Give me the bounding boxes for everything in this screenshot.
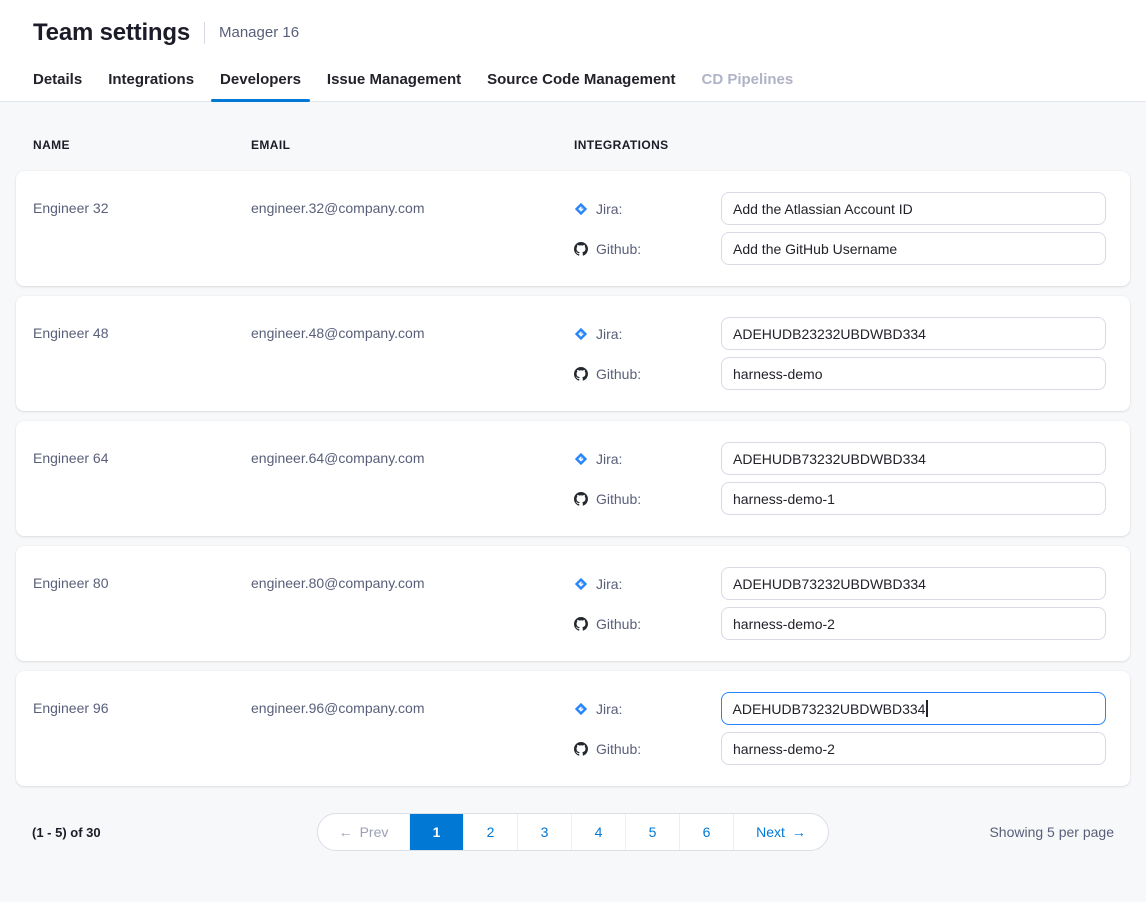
page-header: Team settings Manager 16 — [0, 0, 1146, 47]
github-label-text: Github: — [596, 241, 641, 257]
table-row: Engineer 32 engineer.32@company.com Jira… — [16, 171, 1130, 286]
jira-input[interactable]: ADEHUDB73232UBDWBD334 — [721, 692, 1106, 725]
github-label-text: Github: — [596, 616, 641, 632]
column-header-email: EMAIL — [251, 138, 574, 152]
developer-email: engineer.48@company.com — [251, 317, 574, 350]
developer-email: engineer.96@company.com — [251, 692, 574, 725]
github-input[interactable]: harness-demo-1 — [721, 482, 1106, 515]
jira-input[interactable]: ADEHUDB23232UBDWBD334 — [721, 317, 1106, 350]
integrations-cell: Jira: ADEHUDB23232UBDWBD334 Github: har — [574, 317, 1106, 390]
github-label-text: Github: — [596, 366, 641, 382]
developers-table: NAME EMAIL INTEGRATIONS Engineer 32 engi… — [0, 102, 1146, 851]
table-row: Engineer 48 engineer.48@company.com Jira… — [16, 296, 1130, 411]
github-icon — [574, 617, 588, 631]
jira-field-label: Jira: — [574, 451, 721, 467]
developer-name: Engineer 80 — [33, 567, 251, 600]
developer-name: Engineer 96 — [33, 692, 251, 725]
page-button-1[interactable]: 1 — [409, 814, 463, 850]
github-label-text: Github: — [596, 491, 641, 507]
page-button-2[interactable]: 2 — [463, 814, 517, 850]
github-input[interactable]: harness-demo-2 — [721, 732, 1106, 765]
tab-bar: DetailsIntegrationsDevelopersIssue Manag… — [0, 47, 1146, 102]
integrations-cell: Jira: ADEHUDB73232UBDWBD334 Github: har — [574, 567, 1106, 640]
tab-details[interactable]: Details — [24, 65, 91, 101]
tab-source-code-management[interactable]: Source Code Management — [478, 65, 684, 101]
jira-icon — [574, 577, 588, 591]
column-header-integrations: INTEGRATIONS — [574, 138, 1106, 152]
github-field-label: Github: — [574, 616, 721, 632]
developer-email: engineer.64@company.com — [251, 442, 574, 475]
page-title: Team settings — [33, 19, 190, 47]
table-row: Engineer 96 engineer.96@company.com Jira… — [16, 671, 1130, 786]
tab-developers[interactable]: Developers — [211, 65, 310, 101]
github-field-label: Github: — [574, 491, 721, 507]
text-cursor — [926, 700, 928, 717]
page-button-4[interactable]: 4 — [571, 814, 625, 850]
github-icon — [574, 242, 588, 256]
table-row: Engineer 80 engineer.80@company.com Jira… — [16, 546, 1130, 661]
page-button-5[interactable]: 5 — [625, 814, 679, 850]
integrations-cell: Jira: Add the Atlassian Account ID Githu… — [574, 192, 1106, 265]
github-field-label: Github: — [574, 366, 721, 382]
developer-name: Engineer 32 — [33, 192, 251, 225]
jira-field-label: Jira: — [574, 576, 721, 592]
jira-icon — [574, 452, 588, 466]
jira-field-label: Jira: — [574, 326, 721, 342]
jira-input[interactable]: ADEHUDB73232UBDWBD334 — [721, 567, 1106, 600]
jira-input[interactable]: Add the Atlassian Account ID — [721, 192, 1106, 225]
tab-integrations[interactable]: Integrations — [99, 65, 203, 101]
jira-label-text: Jira: — [596, 701, 622, 717]
jira-label-text: Jira: — [596, 576, 622, 592]
jira-field-label: Jira: — [574, 701, 721, 717]
table-row: Engineer 64 engineer.64@company.com Jira… — [16, 421, 1130, 536]
pagination-range-label: (1 - 5) of 30 — [32, 825, 282, 840]
per-page-label: Showing 5 per page — [864, 824, 1114, 840]
arrow-left-icon: ← — [339, 824, 353, 840]
prev-button: ← Prev — [318, 814, 409, 850]
table-body: Engineer 32 engineer.32@company.com Jira… — [16, 171, 1130, 786]
integrations-cell: Jira: ADEHUDB73232UBDWBD334 Github: har — [574, 692, 1106, 765]
developer-name: Engineer 64 — [33, 442, 251, 475]
prev-label: Prev — [360, 824, 389, 840]
pagination-bar: (1 - 5) of 30 ← Prev 123456 Next → Showi… — [32, 813, 1114, 851]
github-input[interactable]: harness-demo — [721, 357, 1106, 390]
jira-icon — [574, 702, 588, 716]
jira-label-text: Jira: — [596, 451, 622, 467]
team-settings-page: Team settings Manager 16 DetailsIntegrat… — [0, 0, 1146, 851]
github-input[interactable]: Add the GitHub Username — [721, 232, 1106, 265]
jira-icon — [574, 202, 588, 216]
developer-name: Engineer 48 — [33, 317, 251, 350]
column-header-name: NAME — [33, 138, 251, 152]
page-button-6[interactable]: 6 — [679, 814, 733, 850]
developer-email: engineer.80@company.com — [251, 567, 574, 600]
github-icon — [574, 492, 588, 506]
arrow-right-icon: → — [792, 824, 806, 840]
github-input[interactable]: harness-demo-2 — [721, 607, 1106, 640]
tab-cd-pipelines: CD Pipelines — [693, 65, 803, 101]
integrations-cell: Jira: ADEHUDB73232UBDWBD334 Github: har — [574, 442, 1106, 515]
github-label-text: Github: — [596, 741, 641, 757]
developer-email: engineer.32@company.com — [251, 192, 574, 225]
github-field-label: Github: — [574, 241, 721, 257]
next-label: Next — [756, 824, 785, 840]
jira-label-text: Jira: — [596, 201, 622, 217]
github-icon — [574, 742, 588, 756]
jira-icon — [574, 327, 588, 341]
tab-issue-management[interactable]: Issue Management — [318, 65, 470, 101]
github-field-label: Github: — [574, 741, 721, 757]
jira-field-label: Jira: — [574, 201, 721, 217]
jira-label-text: Jira: — [596, 326, 622, 342]
table-header-row: NAME EMAIL INTEGRATIONS — [16, 102, 1130, 171]
page-subtitle: Manager 16 — [204, 22, 299, 44]
github-icon — [574, 367, 588, 381]
page-button-3[interactable]: 3 — [517, 814, 571, 850]
pager: ← Prev 123456 Next → — [317, 813, 829, 851]
jira-input[interactable]: ADEHUDB73232UBDWBD334 — [721, 442, 1106, 475]
next-button[interactable]: Next → — [733, 814, 828, 850]
